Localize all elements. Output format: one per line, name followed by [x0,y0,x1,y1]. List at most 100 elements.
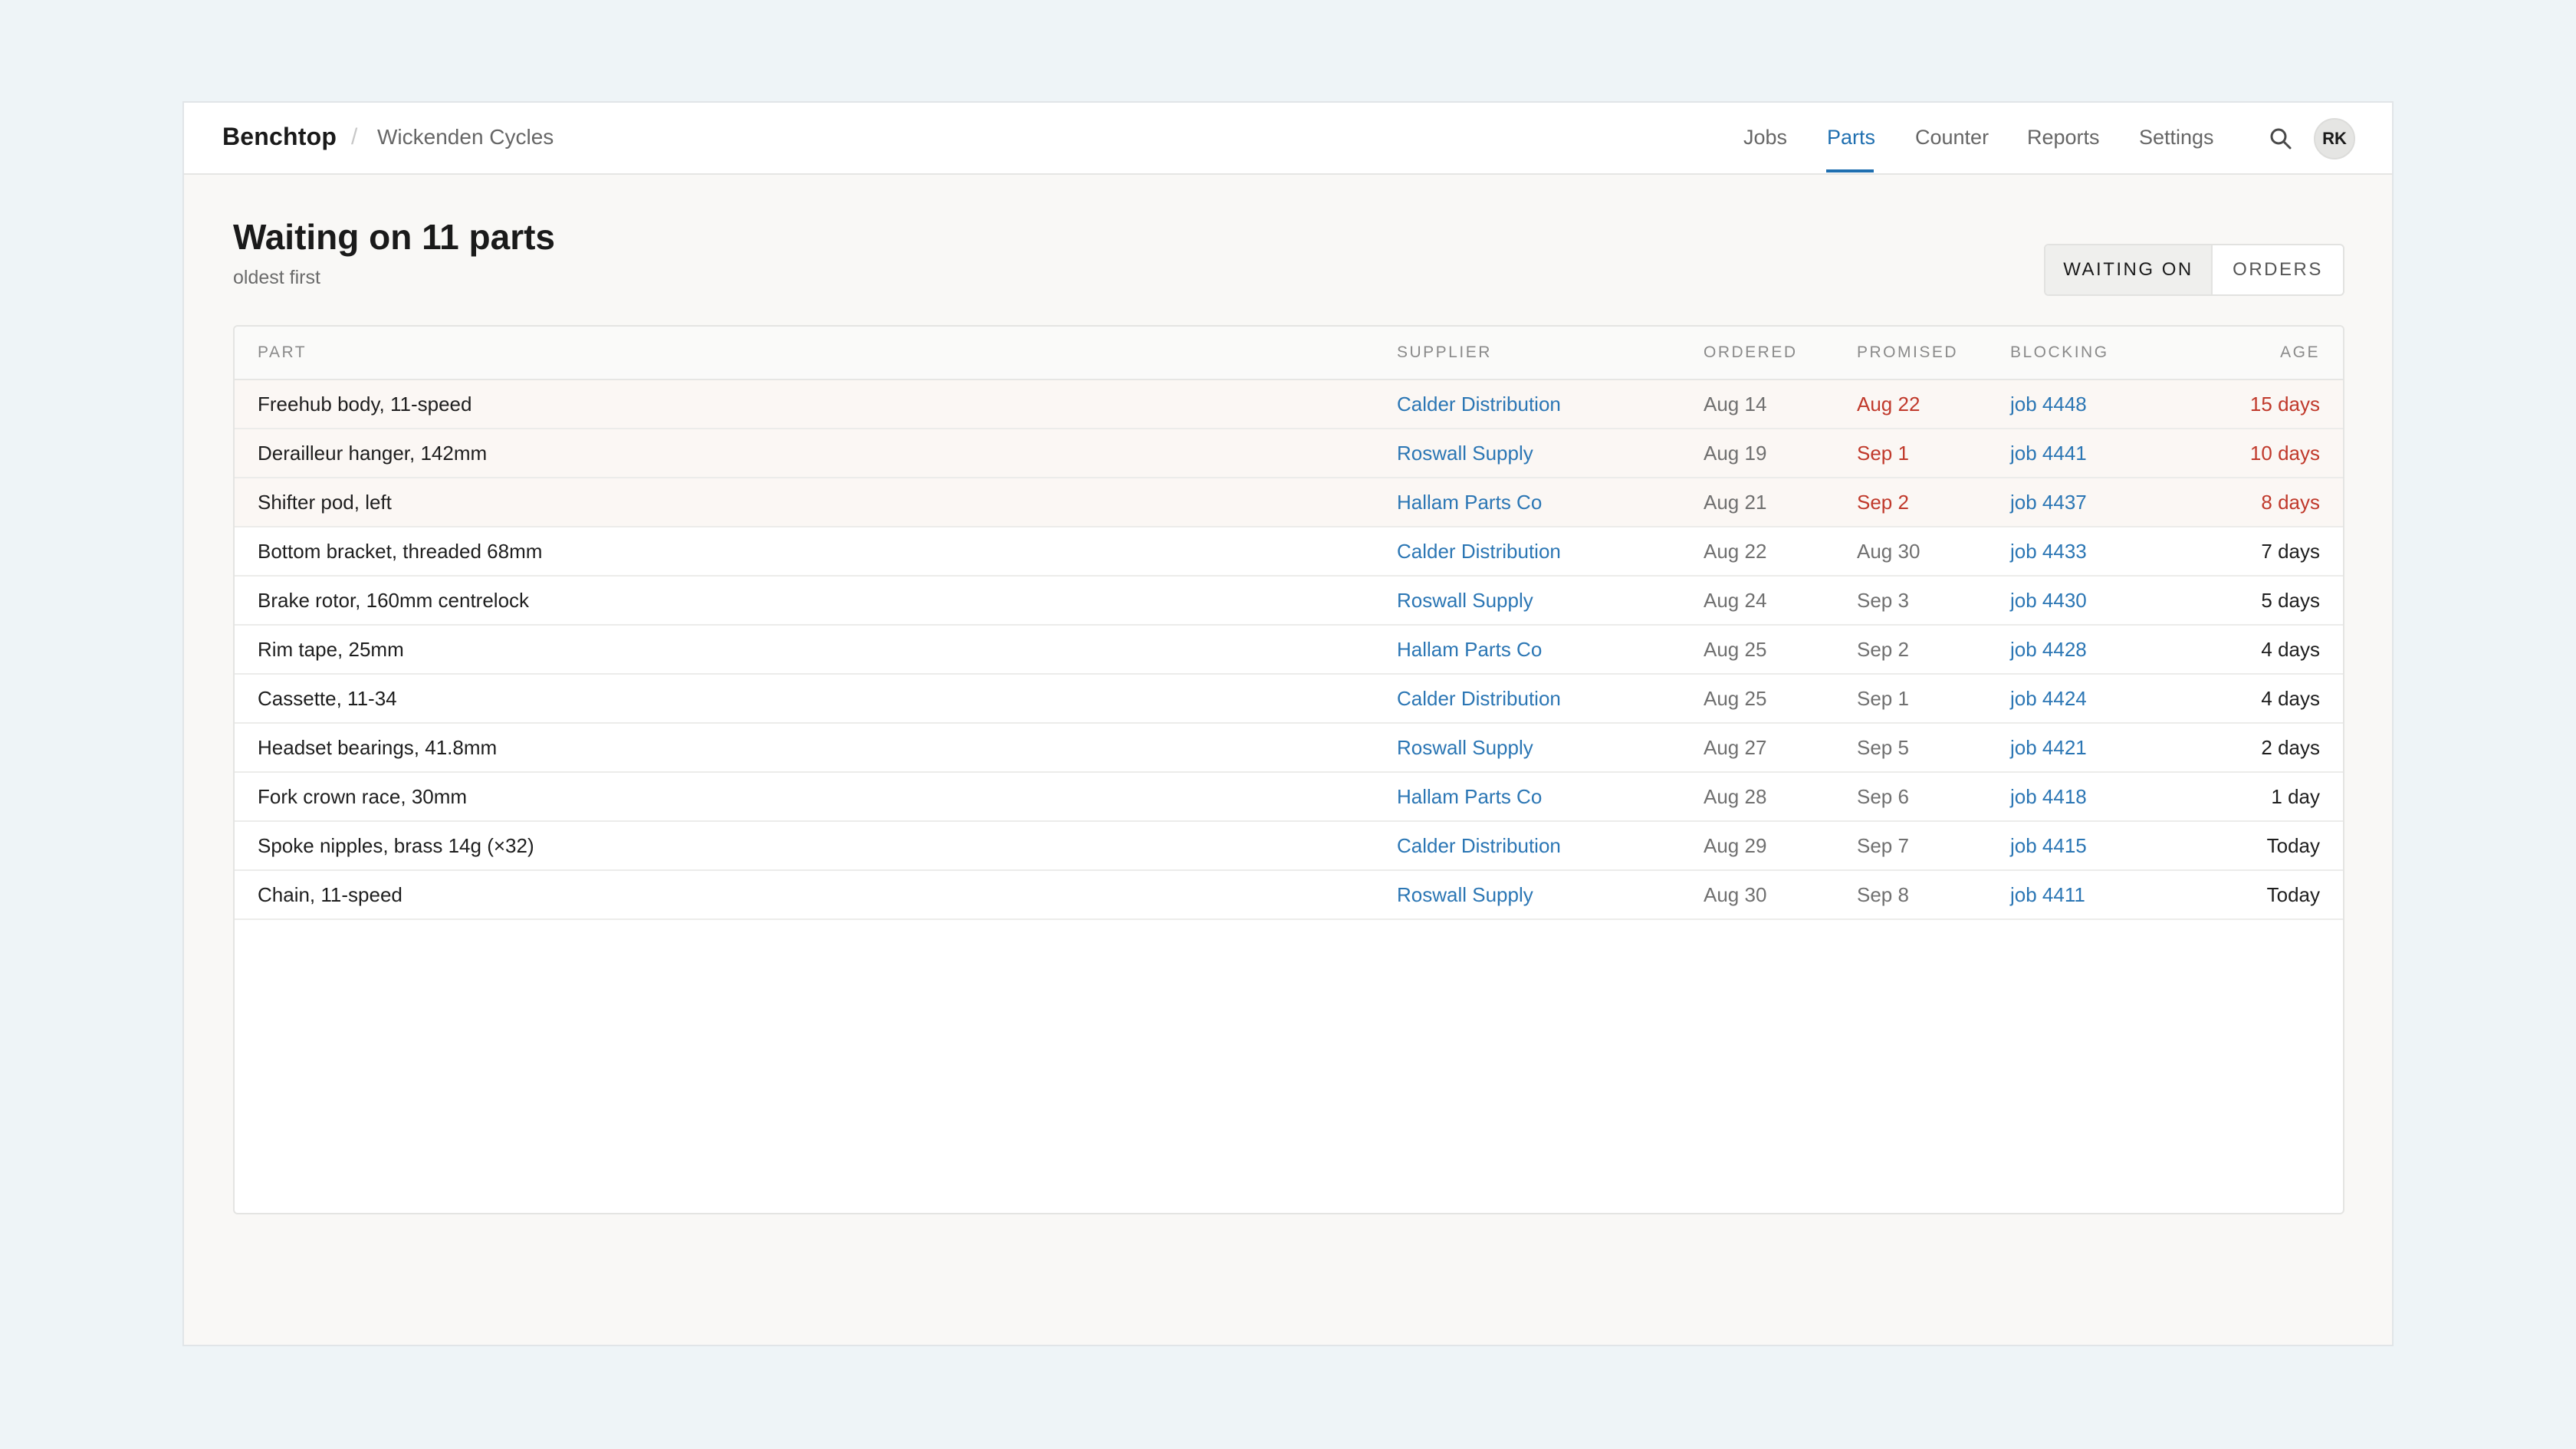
col-ordered[interactable]: ORDERED [1704,343,1798,362]
blocking-job-link[interactable]: job 4424 [2010,687,2087,711]
blocking-job-link[interactable]: job 4433 [2010,540,2087,564]
promised-date: Sep 2 [1857,638,1909,661]
promised-date: Aug 22 [1857,393,1921,416]
blocking-job-link[interactable]: job 4415 [2010,834,2087,858]
supplier-link[interactable]: Calder Distribution [1397,393,1561,416]
blocking-job-link[interactable]: job 4411 [2010,883,2085,907]
age-value: 4 days [2261,638,2320,661]
promised-date: Sep 1 [1857,687,1909,710]
blocking-job-link[interactable]: job 4430 [2010,589,2087,613]
supplier-link[interactable]: Roswall Supply [1397,736,1533,760]
age-value: 5 days [2261,589,2320,612]
part-name: Fork crown race, 30mm [258,785,468,808]
col-part[interactable]: PART [258,343,307,362]
promised-date: Aug 30 [1857,540,1921,563]
supplier-link[interactable]: Roswall Supply [1397,883,1533,907]
table-row[interactable]: Cassette, 11-34 Calder Distribution Aug 25… [235,675,2343,724]
nav-parts[interactable]: Parts [1827,126,1875,150]
part-name: Freehub body, 11-speed [258,393,472,416]
part-name: Shifter pod, left [258,491,392,514]
ordered-date: Aug 19 [1704,442,1767,465]
table-header: PART SUPPLIER ORDERED PROMISED BLOCKING … [235,327,2343,380]
promised-date: Sep 7 [1857,834,1909,857]
ordered-date: Aug 27 [1704,736,1767,759]
promised-date: Sep 1 [1857,442,1909,465]
supplier-link[interactable]: Roswall Supply [1397,442,1533,465]
supplier-link[interactable]: Roswall Supply [1397,589,1533,613]
view-toggle: WAITING ON ORDERS [2044,244,2344,296]
supplier-link[interactable]: Hallam Parts Co [1397,785,1542,809]
table-row[interactable]: Fork crown race, 30mm Hallam Parts Co Aug … [235,773,2343,822]
age-value: 1 day [2271,785,2320,808]
search-icon [2270,128,2292,150]
part-name: Bottom bracket, threaded 68mm [258,540,543,563]
table-row[interactable]: Bottom bracket, threaded 68mm Calder Dist… [235,527,2343,577]
age-value: 2 days [2261,736,2320,759]
part-name: Cassette, 11-34 [258,687,397,710]
blocking-job-link[interactable]: job 4441 [2010,442,2087,465]
supplier-link[interactable]: Hallam Parts Co [1397,638,1542,662]
age-value: Today [2266,883,2320,906]
col-blocking[interactable]: BLOCKING [2010,343,2109,362]
toggle-waiting-on[interactable]: WAITING ON [2045,245,2213,294]
table-row[interactable]: Headset bearings, 41.8mm Roswall Supply Au… [235,724,2343,773]
table-row[interactable]: Freehub body, 11-speed Calder Distributio… [235,380,2343,429]
ordered-date: Aug 22 [1704,540,1767,563]
promised-date: Sep 5 [1857,736,1909,759]
blocking-job-link[interactable]: job 4428 [2010,638,2087,662]
age-value: 7 days [2261,540,2320,563]
age-value: 10 days [2249,442,2320,465]
ordered-date: Aug 28 [1704,785,1767,808]
nav-counter[interactable]: Counter [1915,126,1989,150]
table-row[interactable]: Shifter pod, left Hallam Parts Co Aug 21 Se… [235,478,2343,527]
col-age[interactable]: AGE [2280,343,2320,362]
age-value: 4 days [2261,687,2320,710]
nav-jobs[interactable]: Jobs [1743,126,1787,150]
ordered-date: Aug 14 [1704,393,1767,416]
ordered-date: Aug 21 [1704,491,1767,514]
supplier-link[interactable]: Calder Distribution [1397,834,1561,858]
page-subtitle: oldest first [233,267,320,288]
ordered-date: Aug 25 [1704,638,1767,661]
supplier-link[interactable]: Calder Distribution [1397,687,1561,711]
top-bar: Benchtop / Wickenden Cycles Jobs Parts C… [184,103,2392,175]
ordered-date: Aug 29 [1704,834,1767,857]
promised-date: Sep 8 [1857,883,1909,906]
col-supplier[interactable]: SUPPLIER [1397,343,1492,362]
blocking-job-link[interactable]: job 4437 [2010,491,2087,514]
nav-settings[interactable]: Settings [2139,126,2214,150]
ordered-date: Aug 24 [1704,589,1767,612]
age-value: 15 days [2249,393,2320,416]
supplier-link[interactable]: Hallam Parts Co [1397,491,1542,514]
age-value: Today [2266,834,2320,857]
part-name: Chain, 11-speed [258,883,402,906]
search-button[interactable] [2266,124,2295,153]
part-name: Headset bearings, 41.8mm [258,736,498,759]
app-window: Benchtop / Wickenden Cycles Jobs Parts C… [182,101,2394,1346]
page-title: Waiting on 11 parts [233,217,556,257]
promised-date: Sep 6 [1857,785,1909,808]
blocking-job-link[interactable]: job 4448 [2010,393,2087,416]
user-avatar[interactable]: RK [2314,118,2355,159]
table-row[interactable]: Spoke nipples, brass 14g (×32) Calder Dis… [235,822,2343,871]
shop-name: Wickenden Cycles [377,125,554,149]
part-name: Rim tape, 25mm [258,638,404,661]
age-value: 8 days [2261,491,2320,514]
table-body: Freehub body, 11-speed Calder Distributio… [235,380,2343,920]
promised-date: Sep 2 [1857,491,1909,514]
part-name: Brake rotor, 160mm centrelock [258,589,530,612]
table-row[interactable]: Derailleur hanger, 142mm Roswall Supply Au… [235,429,2343,478]
supplier-link[interactable]: Calder Distribution [1397,540,1561,564]
nav-reports[interactable]: Reports [2027,126,2100,150]
ordered-date: Aug 30 [1704,883,1767,906]
breadcrumb-separator: / [351,124,358,150]
toggle-orders[interactable]: ORDERS [2213,245,2343,294]
parts-table: PART SUPPLIER ORDERED PROMISED BLOCKING … [233,325,2344,1214]
col-promised[interactable]: PROMISED [1857,343,1958,362]
blocking-job-link[interactable]: job 4421 [2010,736,2087,760]
table-row[interactable]: Brake rotor, 160mm centrelock Roswall Sup… [235,577,2343,626]
table-row[interactable]: Rim tape, 25mm Hallam Parts Co Aug 25 Sep 2… [235,626,2343,675]
table-row[interactable]: Chain, 11-speed Roswall Supply Aug 30 Sep 8… [235,871,2343,920]
blocking-job-link[interactable]: job 4418 [2010,785,2087,809]
app-brand[interactable]: Benchtop [222,123,337,151]
